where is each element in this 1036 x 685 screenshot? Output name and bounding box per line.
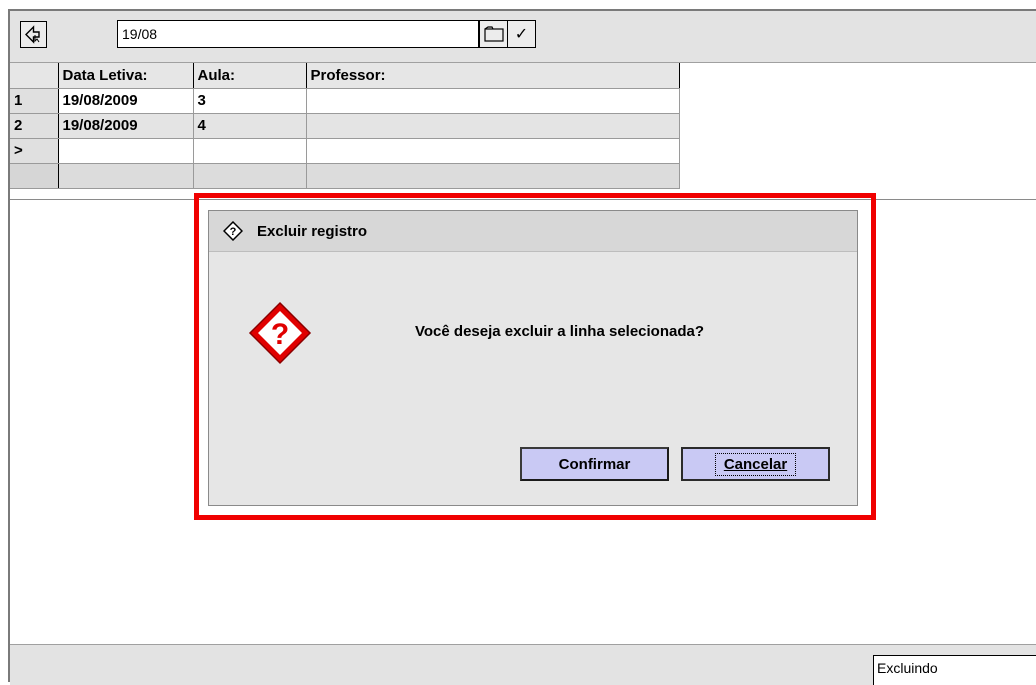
delete-dialog: ? Excluir registro ? Você deseja excluir… <box>208 210 858 506</box>
empty-cell <box>58 163 194 189</box>
table-row[interactable]: 2 19/08/2009 4 <box>10 113 680 139</box>
empty-cell <box>193 163 307 189</box>
status-mode: Excluindo <box>873 655 1036 685</box>
cancel-label: Cancelar <box>714 452 797 476</box>
toolbar: ✓ <box>10 11 1036 63</box>
table-row[interactable]: > <box>10 138 680 164</box>
svg-text:?: ? <box>230 226 237 238</box>
empty-cell <box>306 163 680 189</box>
svg-text:?: ? <box>271 318 289 351</box>
dialog-title-bar: ? Excluir registro <box>209 211 857 252</box>
cell-data-letiva[interactable]: 19/08/2009 <box>58 113 194 139</box>
table-row <box>10 163 680 189</box>
confirm-filter-button[interactable]: ✓ <box>507 20 536 48</box>
column-header-aula[interactable]: Aula: <box>193 63 307 89</box>
row-header[interactable]: > <box>10 138 59 164</box>
dialog-title: Excluir registro <box>257 222 368 240</box>
confirm-button[interactable]: Confirmar <box>520 447 669 481</box>
question-diamond-icon: ? <box>223 221 243 241</box>
cell-data-letiva[interactable]: 19/08/2009 <box>58 88 194 114</box>
calendar-button[interactable] <box>479 20 508 48</box>
cell-data-letiva[interactable] <box>58 138 194 164</box>
question-warning-icon: ? <box>248 301 312 365</box>
back-arrow-icon <box>25 25 40 44</box>
dialog-message: Você deseja excluir a linha selecionada? <box>415 323 705 340</box>
confirm-label: Confirmar <box>558 455 631 473</box>
column-header-data-letiva[interactable]: Data Letiva: <box>58 63 194 89</box>
check-icon: ✓ <box>514 26 529 43</box>
row-header <box>10 163 59 189</box>
back-button[interactable] <box>20 21 47 48</box>
date-filter-input[interactable] <box>117 20 479 48</box>
column-header-professor[interactable]: Professor: <box>306 63 680 89</box>
lessons-grid: Data Letiva: Aula: Professor: 1 19/08/20… <box>10 63 680 189</box>
row-header[interactable]: 2 <box>10 113 59 139</box>
cell-professor[interactable] <box>306 113 680 139</box>
cell-professor[interactable] <box>306 88 680 114</box>
cell-professor[interactable] <box>306 138 680 164</box>
cell-aula[interactable] <box>193 138 307 164</box>
grid-corner-header <box>10 63 59 89</box>
calendar-icon <box>483 26 504 42</box>
status-bar: Excluindo <box>10 644 1036 685</box>
cell-aula[interactable]: 4 <box>193 113 307 139</box>
cell-aula[interactable]: 3 <box>193 88 307 114</box>
cancel-button[interactable]: Cancelar <box>681 447 830 481</box>
table-row[interactable]: 1 19/08/2009 3 <box>10 88 680 114</box>
row-header[interactable]: 1 <box>10 88 59 114</box>
